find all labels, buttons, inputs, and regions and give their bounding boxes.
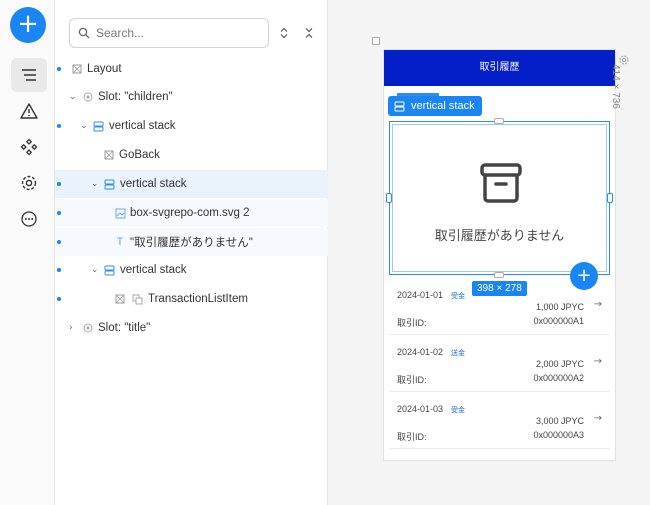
frame-handle[interactable] [372, 37, 380, 45]
tree-row-layout[interactable]: Layout [55, 55, 328, 83]
search-box[interactable] [69, 18, 269, 48]
left-rail: + [0, 0, 55, 505]
tx-type: 受金 [451, 407, 465, 414]
tree-row-transaction-list-item[interactable]: TransactionListItem [55, 285, 328, 313]
changed-dot [57, 67, 61, 71]
sort-icon[interactable] [277, 26, 291, 40]
changed-dot [57, 268, 61, 272]
vertical-stack-icon [103, 264, 115, 276]
tx-date: 2024-01-03 [397, 404, 444, 414]
tx-id: 0x000000A1 [533, 316, 584, 326]
chevron-down-icon[interactable]: ⌄ [80, 121, 88, 131]
transaction-row[interactable]: 2024-01-03 受金 3,000 JPYC → 取引ID: 0x00000… [389, 397, 610, 449]
tree-row-label: "取引履歴がありません" [130, 237, 253, 249]
chevron-down-icon[interactable]: ⌄ [91, 179, 99, 189]
settings-icon[interactable] [11, 166, 47, 200]
tree-row-label: Slot: "children" [98, 91, 173, 103]
frame-size-text: 414 × 736 [609, 64, 621, 109]
tx-date: 2024-01-02 [397, 347, 444, 357]
chevron-down-icon[interactable]: ⌄ [69, 92, 77, 102]
tree-row-vertical-stack[interactable]: ⌄ vertical stack [55, 112, 328, 140]
layer-tree-panel: Layout ⌄ Slot: "children" ⌄ vertical sta… [55, 0, 328, 505]
search-input[interactable] [96, 26, 256, 40]
tree-row-label: TransactionListItem [148, 293, 248, 305]
add-button[interactable]: + [10, 7, 46, 43]
tree-icon[interactable] [11, 58, 47, 92]
tree-row-label: box-svgrepo-com.svg 2 [130, 207, 250, 219]
changed-dot [57, 240, 61, 244]
resize-handle-right[interactable] [607, 193, 613, 203]
tx-id: 0x000000A2 [533, 373, 584, 383]
selection-tag[interactable]: vertical stack [388, 96, 482, 116]
more-icon[interactable] [11, 202, 47, 236]
component-icon [114, 293, 126, 305]
empty-state-message: 取引履歴がありません [434, 228, 565, 243]
chevron-down-icon[interactable]: ⌄ [91, 265, 99, 275]
archive-box-icon [480, 163, 522, 203]
slot-icon [82, 322, 94, 334]
collapse-all-icon[interactable] [302, 26, 316, 40]
tree-row-slot-title[interactable]: › Slot: "title" [55, 314, 328, 342]
text-icon: T [116, 236, 124, 248]
tree-row-text[interactable]: T "取引履歴がありません" [55, 228, 328, 256]
search-icon [78, 27, 90, 39]
image-icon [114, 207, 126, 219]
tx-amount: 2,000 JPYC [535, 359, 584, 369]
changed-dot [57, 297, 61, 301]
tree-row-label: Slot: "title" [98, 322, 151, 334]
vertical-stack-icon [103, 178, 115, 190]
tx-type: 受金 [451, 293, 465, 300]
arrow-right-icon[interactable]: → [594, 356, 602, 367]
changed-dot [57, 182, 61, 186]
warning-icon[interactable] [11, 94, 47, 128]
layout-component-icon [71, 63, 83, 75]
frame-size-label: 414 × 736 [610, 55, 633, 120]
vertical-stack-icon [92, 120, 104, 132]
changed-dot [57, 211, 61, 215]
tx-amount: 1,000 JPYC [535, 302, 584, 312]
resize-handle-bottom[interactable] [494, 272, 504, 278]
tx-id-label: 取引ID: [397, 318, 427, 328]
tx-type: 送金 [451, 350, 465, 357]
arrow-right-icon[interactable]: → [594, 413, 602, 424]
tree-row-label: Layout [87, 63, 122, 75]
selection-size-tag: 398 × 278 [472, 281, 527, 296]
transaction-row[interactable]: 2024-01-02 送金 2,000 JPYC → 取引ID: 0x00000… [389, 340, 610, 392]
arrow-right-icon[interactable]: → [594, 299, 602, 310]
tx-id-label: 取引ID: [397, 432, 427, 442]
design-canvas[interactable]: 取引履歴 取引履歴がありません + 2024-01-01 受金 1,000 JP… [329, 0, 650, 505]
tree-row-vertical-stack-selected[interactable]: ⌄ vertical stack [55, 170, 328, 198]
tree-row-label: GoBack [119, 149, 160, 161]
tree-row-label: vertical stack [120, 264, 187, 276]
tree-row-label: vertical stack [109, 120, 176, 132]
chevron-right-icon[interactable]: › [69, 323, 73, 333]
tree-row-label: vertical stack [120, 178, 187, 190]
resize-handle-top[interactable] [494, 118, 504, 124]
app-bar-title: 取引履歴 [384, 50, 615, 86]
repeat-icon [131, 293, 143, 305]
tree-row-slot-children[interactable]: ⌄ Slot: "children" [55, 83, 328, 111]
selected-vertical-stack[interactable]: 取引履歴がありません [389, 121, 610, 275]
slot-icon [82, 91, 94, 103]
components-icon[interactable] [11, 130, 47, 164]
component-icon [103, 149, 115, 161]
changed-dot [57, 124, 61, 128]
tx-amount: 3,000 JPYC [535, 416, 584, 426]
vertical-stack-icon [394, 101, 405, 111]
tx-id: 0x000000A3 [533, 430, 584, 440]
tree-row-goback[interactable]: GoBack [55, 141, 328, 169]
tree-row-vertical-stack-2[interactable]: ⌄ vertical stack [55, 256, 328, 284]
tx-id-label: 取引ID: [397, 375, 427, 385]
tree-row-svg-image[interactable]: box-svgrepo-com.svg 2 [55, 199, 328, 227]
tx-date: 2024-01-01 [397, 290, 444, 300]
resize-handle-left[interactable] [386, 193, 392, 203]
selection-tag-label: vertical stack [411, 100, 475, 112]
